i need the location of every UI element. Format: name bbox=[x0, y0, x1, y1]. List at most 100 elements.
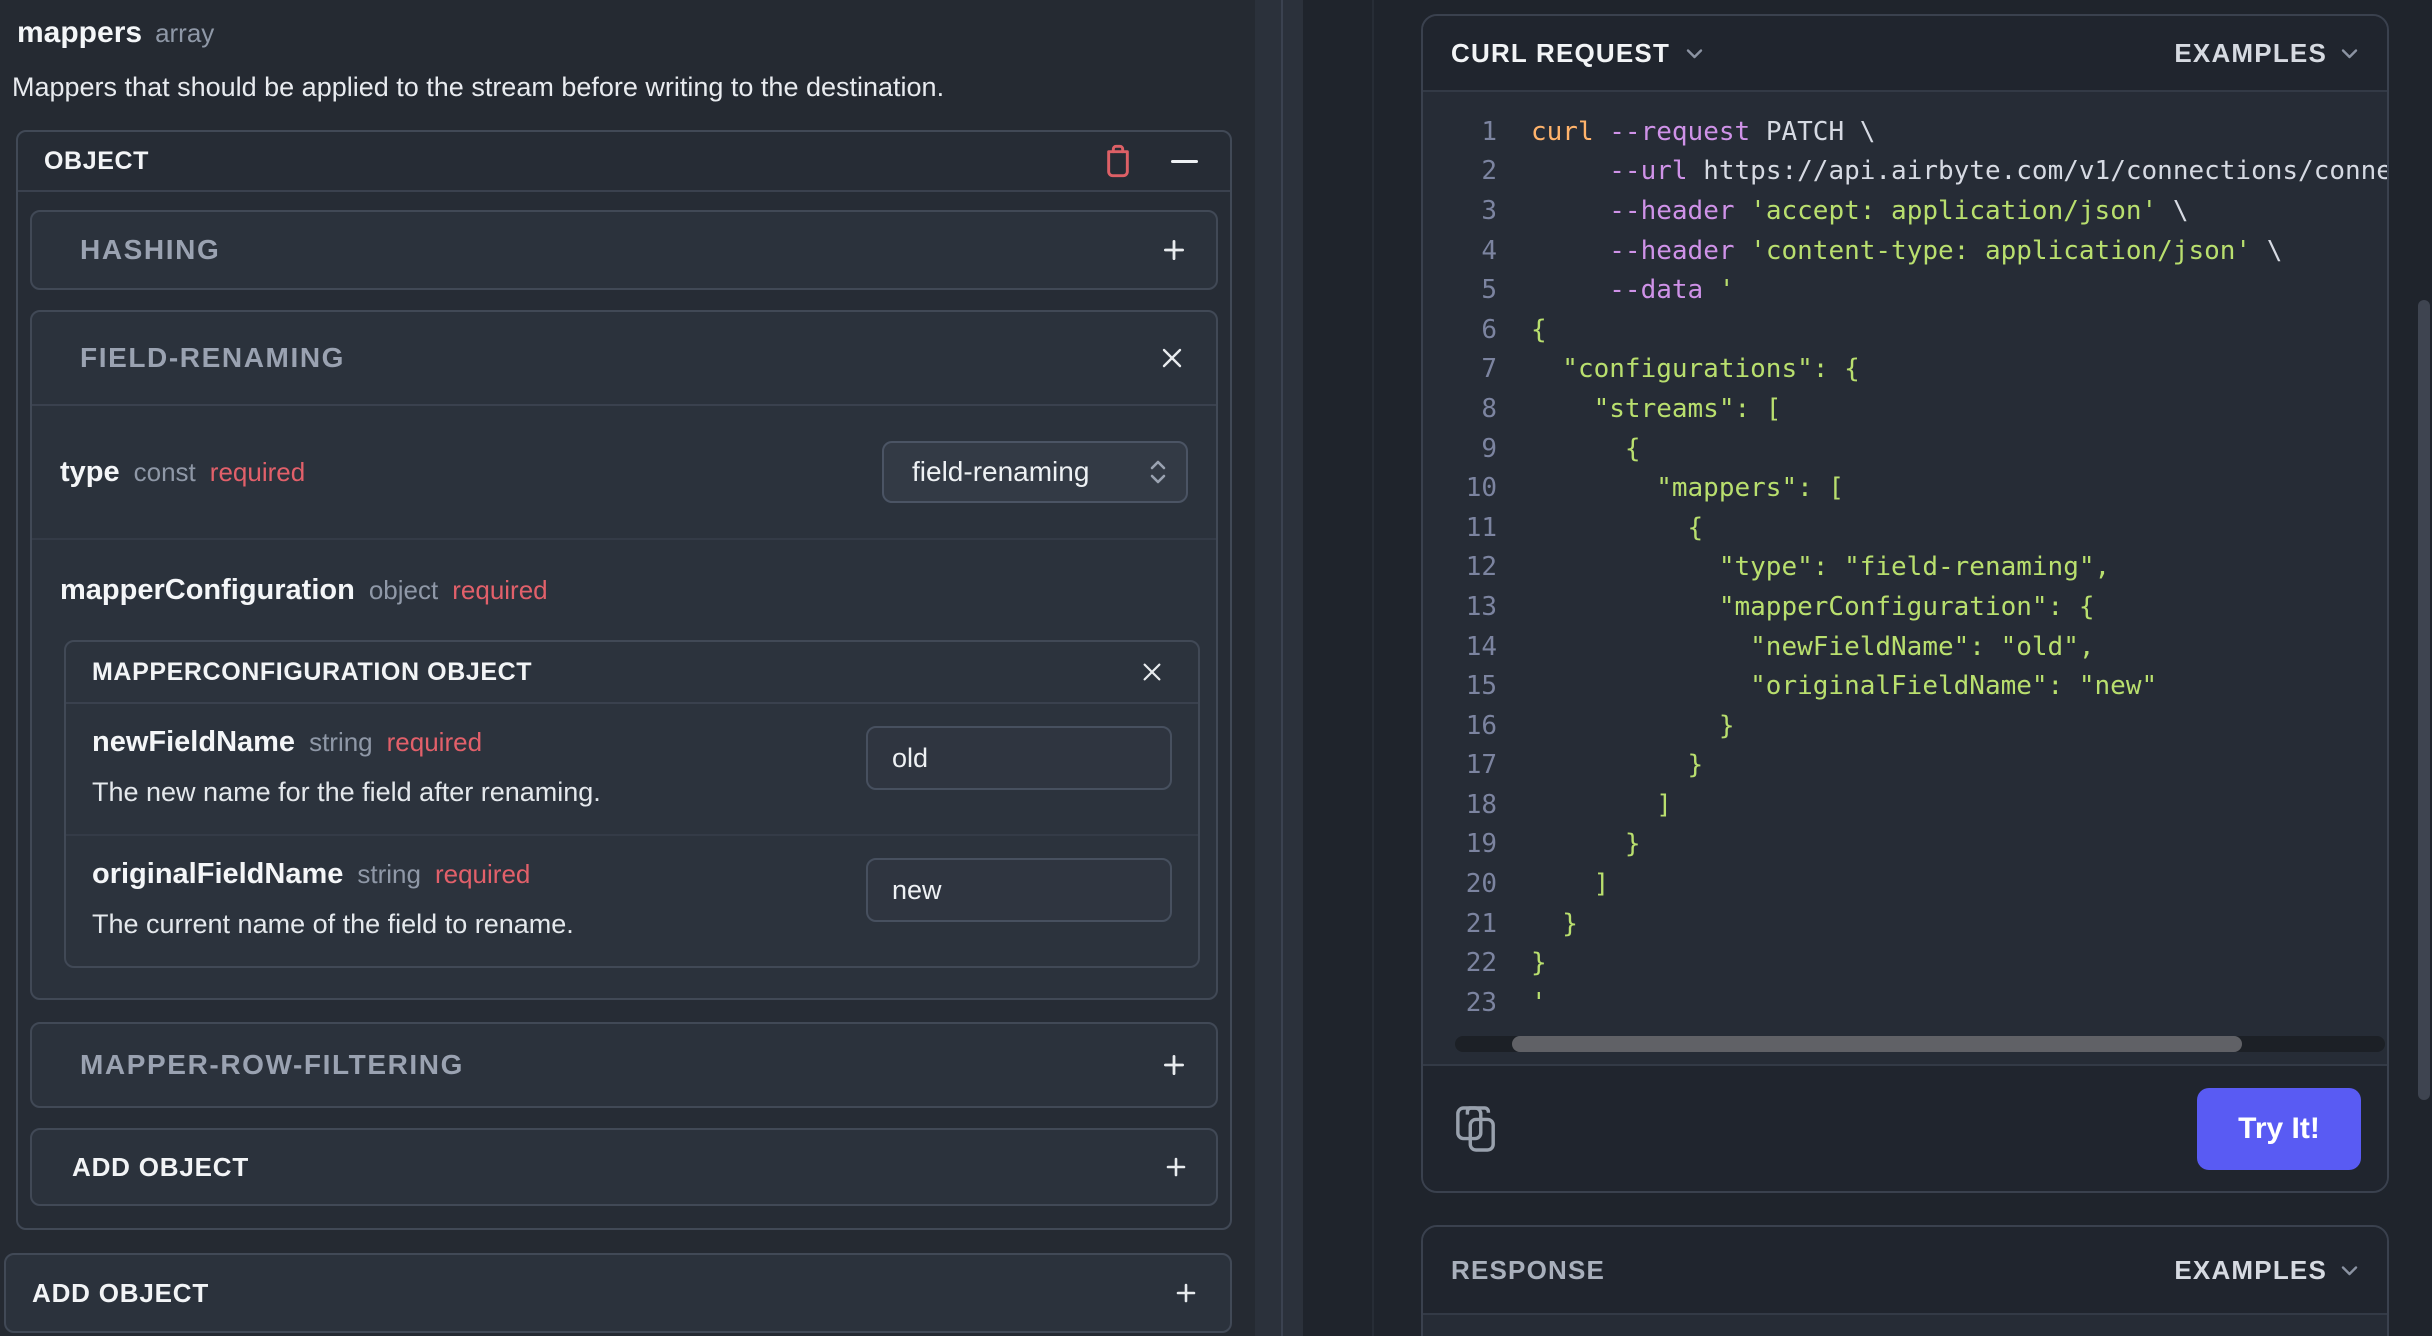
close-field-renaming-button[interactable] bbox=[1152, 338, 1192, 378]
line-number: 22 bbox=[1465, 948, 1497, 979]
curl-request-dropdown[interactable]: CURL REQUEST bbox=[1451, 38, 1704, 69]
code-line: 10 "mappers": [ bbox=[1423, 468, 2387, 508]
curl-request-panel: CURL REQUEST EXAMPLES 1 curl --request PA… bbox=[1421, 14, 2389, 1193]
background-divider bbox=[1372, 0, 1374, 1336]
object-card: OBJECT HASHING FIELD-RENAMING type const… bbox=[16, 130, 1232, 1230]
original-field-name-meta: string bbox=[357, 859, 421, 889]
left-panel-scrollbar[interactable] bbox=[1255, 0, 1281, 1336]
code-line: 20 ] bbox=[1423, 864, 2387, 904]
copy-code-button[interactable] bbox=[1449, 1099, 1503, 1159]
code-line: 3 --header 'accept: application/json' \ bbox=[1423, 191, 2387, 231]
property-type-badge: array bbox=[155, 18, 215, 48]
add-object-inner-button[interactable]: ADD OBJECT bbox=[30, 1128, 1218, 1206]
line-number: 3 bbox=[1481, 195, 1497, 226]
code-line: 4 --header 'content-type: application/js… bbox=[1423, 231, 2387, 271]
schema-panel: mappers array Mappers that should be app… bbox=[0, 0, 1283, 1336]
expand-hashing-button[interactable] bbox=[1154, 230, 1194, 270]
line-number: 1 bbox=[1481, 116, 1497, 147]
add-object-outer-label: ADD OBJECT bbox=[32, 1277, 210, 1308]
minus-icon bbox=[1170, 159, 1198, 163]
expand-mapper-row-filtering-button[interactable] bbox=[1154, 1045, 1194, 1085]
code-text: } bbox=[1531, 948, 1547, 979]
delete-object-button[interactable] bbox=[1098, 141, 1138, 181]
code-line: 12 "type": "field-renaming", bbox=[1423, 548, 2387, 588]
response-examples-label: EXAMPLES bbox=[2174, 1254, 2327, 1285]
code-text: } bbox=[1531, 750, 1704, 781]
code-text: ] bbox=[1531, 789, 1672, 820]
add-object-outer-plus[interactable] bbox=[1166, 1273, 1206, 1313]
mapper-configuration-card-header: MAPPERCONFIGURATION OBJECT bbox=[66, 642, 1198, 704]
new-field-name-row: newFieldName string required The new nam… bbox=[66, 704, 1198, 836]
code-line: 11 { bbox=[1423, 508, 2387, 548]
line-number: 23 bbox=[1465, 987, 1497, 1018]
object-card-title: OBJECT bbox=[44, 146, 150, 175]
try-it-button[interactable]: Try It! bbox=[2197, 1087, 2361, 1170]
line-number: 8 bbox=[1481, 393, 1497, 424]
mapper-configuration-name: mapperConfiguration bbox=[60, 573, 355, 606]
page-scrollbar-thumb[interactable] bbox=[2418, 300, 2430, 1100]
curl-request-footer: Try It! bbox=[1423, 1064, 2387, 1191]
code-line: 1 curl --request PATCH \ bbox=[1423, 112, 2387, 152]
section-field-renaming: FIELD-RENAMING type const required field… bbox=[30, 310, 1218, 1000]
code-line: 18 ] bbox=[1423, 785, 2387, 825]
type-select-value: field-renaming bbox=[912, 456, 1090, 487]
line-number: 2 bbox=[1481, 156, 1497, 187]
close-icon bbox=[1162, 348, 1182, 368]
line-number: 18 bbox=[1465, 789, 1497, 820]
section-hashing[interactable]: HASHING bbox=[30, 210, 1218, 290]
line-number: 12 bbox=[1465, 552, 1497, 583]
code-line: 14 "newFieldName": "old", bbox=[1423, 627, 2387, 667]
chevron-down-icon bbox=[2340, 47, 2359, 60]
code-text: --header 'content-type: application/json… bbox=[1609, 235, 2283, 266]
curl-code-block: 1 curl --request PATCH \ 2 --url https://a… bbox=[1423, 92, 2387, 1064]
mapper-configuration-card: MAPPERCONFIGURATION OBJECT newFieldName … bbox=[64, 640, 1200, 968]
code-text: --data ' bbox=[1609, 275, 1735, 306]
add-object-inner-plus[interactable] bbox=[1156, 1147, 1196, 1187]
code-horizontal-scrollbar-thumb[interactable] bbox=[1512, 1036, 2242, 1052]
original-field-name-input[interactable] bbox=[866, 858, 1172, 922]
new-field-name-input[interactable] bbox=[866, 726, 1172, 790]
code-text: --header 'accept: application/json' \ bbox=[1609, 195, 2189, 226]
code-line: 6{ bbox=[1423, 310, 2387, 350]
code-line: 9 { bbox=[1423, 429, 2387, 469]
code-text: } bbox=[1531, 710, 1735, 741]
code-line: 17 } bbox=[1423, 746, 2387, 786]
mapper-configuration-required: required bbox=[452, 574, 548, 605]
line-number: 15 bbox=[1465, 671, 1497, 702]
line-number: 13 bbox=[1465, 591, 1497, 622]
code-text: "newFieldName": "old", bbox=[1531, 631, 2095, 662]
code-text: "mapperConfiguration": { bbox=[1531, 591, 2095, 622]
property-name: mappers bbox=[17, 16, 143, 49]
mapper-configuration-card-title: MAPPERCONFIGURATION OBJECT bbox=[92, 657, 533, 686]
line-number: 16 bbox=[1465, 710, 1497, 741]
code-text: --url https://api.airbyte.com/v1/connect… bbox=[1609, 156, 2389, 187]
new-field-name-meta: string bbox=[309, 727, 373, 757]
collapse-object-button[interactable] bbox=[1164, 141, 1204, 181]
response-examples-dropdown[interactable]: EXAMPLES bbox=[2174, 1255, 2359, 1286]
original-field-name-description: The current name of the field to rename. bbox=[92, 909, 574, 939]
code-text: } bbox=[1531, 829, 1641, 860]
line-number: 14 bbox=[1465, 631, 1497, 662]
type-select[interactable]: field-renaming bbox=[882, 441, 1188, 503]
line-number: 10 bbox=[1465, 473, 1497, 504]
plus-icon bbox=[1164, 1055, 1184, 1075]
line-number: 21 bbox=[1465, 908, 1497, 939]
curl-request-title: CURL REQUEST bbox=[1451, 37, 1671, 68]
line-number: 17 bbox=[1465, 750, 1497, 781]
code-line: 19 } bbox=[1423, 825, 2387, 865]
new-field-name-label: newFieldName bbox=[92, 726, 296, 758]
code-text: { bbox=[1531, 314, 1547, 345]
code-text: { bbox=[1531, 512, 1704, 543]
code-horizontal-scrollbar[interactable] bbox=[1455, 1036, 2385, 1052]
code-text: "originalFieldName": "new" bbox=[1531, 671, 2158, 702]
line-number: 9 bbox=[1481, 433, 1497, 464]
close-mapper-configuration-button[interactable] bbox=[1132, 652, 1172, 692]
code-line: 15 "originalFieldName": "new" bbox=[1423, 666, 2387, 706]
request-examples-dropdown[interactable]: EXAMPLES bbox=[2174, 38, 2359, 69]
code-text: "mappers": [ bbox=[1531, 473, 1845, 504]
response-title: RESPONSE bbox=[1451, 1254, 1606, 1285]
add-object-outer-button[interactable]: ADD OBJECT bbox=[4, 1253, 1232, 1333]
section-mapper-row-filtering[interactable]: MAPPER-ROW-FILTERING bbox=[30, 1022, 1218, 1108]
api-docs-page: mappers array Mappers that should be app… bbox=[0, 0, 2432, 1336]
code-line: 5 --data ' bbox=[1423, 270, 2387, 310]
